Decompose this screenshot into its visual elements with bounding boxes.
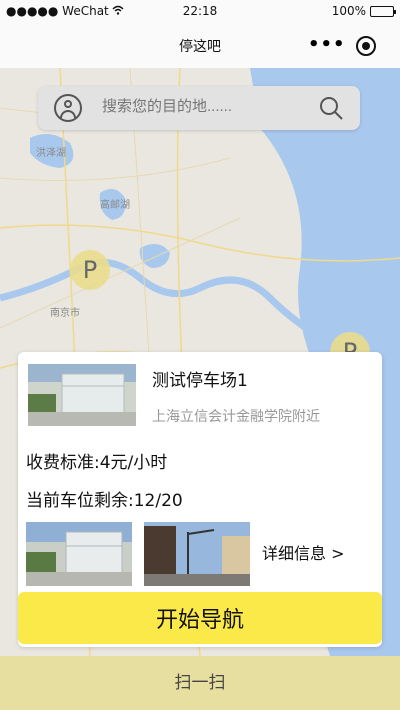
battery-area: 100% [331, 4, 396, 18]
available-spaces: 当前车位剩余:12/20 [26, 491, 183, 511]
close-miniprogram-icon[interactable] [356, 36, 376, 56]
street-photo[interactable] [144, 522, 250, 586]
battery-label: 100% [331, 4, 366, 18]
map-label-nanjing: 南京市 [50, 308, 80, 319]
detail-info-link[interactable]: 详细信息 > [262, 540, 345, 564]
scan-button[interactable]: 扫一扫 [0, 656, 400, 710]
start-navigation-button[interactable]: 开始导航 [18, 592, 382, 644]
map-label-hongze: 洪泽湖 [36, 148, 66, 159]
parking-marker[interactable]: P [70, 250, 110, 290]
search-input[interactable] [102, 98, 302, 115]
map-label-gaoyou: 高邮湖 [100, 200, 130, 211]
user-avatar-icon[interactable] [54, 94, 82, 122]
more-menu-button[interactable]: ••• [308, 34, 346, 55]
lot-address: 上海立信会计金融学院附近 [152, 409, 320, 425]
search-bar[interactable] [38, 86, 360, 130]
entrance-photo[interactable] [26, 522, 132, 586]
parking-lot-photo[interactable] [28, 364, 136, 426]
status-bar: ●●●●● WeChat 22:18 100% [0, 0, 400, 22]
parking-lot-card: 测试停车场1 上海立信会计金融学院附近 收费标准:4元/小时 当前车位剩余:12… [18, 352, 382, 647]
fee-info: 收费标准:4元/小时 [26, 453, 168, 473]
lot-name: 测试停车场1 [152, 371, 248, 391]
search-icon[interactable] [318, 95, 344, 121]
battery-icon [370, 5, 396, 17]
nav-bar: 停这吧 ••• [0, 22, 400, 68]
